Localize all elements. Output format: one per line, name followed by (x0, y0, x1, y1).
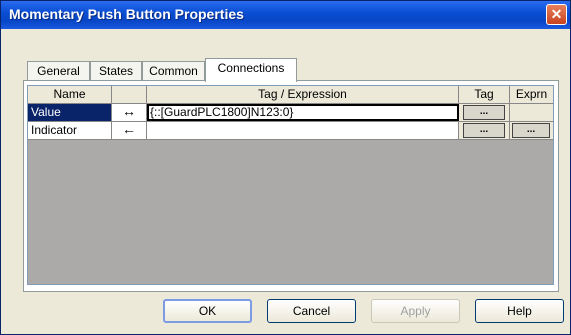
header-tag: Tag (459, 86, 510, 103)
apply-button[interactable]: Apply (371, 299, 460, 323)
grid-header-row: Name Tag / Expression Tag Exprn (28, 86, 553, 104)
expression-browse-button[interactable]: ... (512, 123, 550, 138)
row-name[interactable]: Value (28, 104, 112, 121)
row-name[interactable]: Indicator (28, 122, 112, 139)
tag-expression-input[interactable] (147, 122, 459, 139)
tag-cell: ... (459, 122, 510, 139)
header-exprn: Exprn (510, 86, 553, 103)
tag-browse-button[interactable]: ... (463, 105, 505, 120)
connections-grid[interactable]: Name Tag / Expression Tag Exprn Value ↔ … (27, 85, 554, 285)
table-row[interactable]: Indicator ← ... ... (28, 122, 553, 140)
table-row[interactable]: Value ↔ {::[GuardPLC1800]N123:0} ... (28, 104, 553, 122)
tag-cell: ... (459, 104, 510, 121)
cancel-button[interactable]: Cancel (267, 299, 356, 323)
title-bar[interactable]: Momentary Push Button Properties ✕ (1, 1, 570, 29)
window-title: Momentary Push Button Properties (9, 6, 244, 22)
close-icon[interactable]: ✕ (546, 4, 567, 25)
properties-dialog: Momentary Push Button Properties ✕ Gener… (0, 0, 571, 335)
tag-browse-button[interactable]: ... (463, 123, 505, 138)
left-arrow-icon: ← (112, 122, 147, 139)
exprn-cell: ... (510, 122, 553, 139)
tab-states[interactable]: States (90, 61, 142, 81)
header-name: Name (28, 86, 112, 103)
tab-connections[interactable]: Connections (205, 58, 297, 82)
exprn-cell (510, 104, 553, 121)
ok-button[interactable]: OK (163, 299, 252, 323)
help-button[interactable]: Help (475, 299, 564, 323)
tab-common[interactable]: Common (142, 61, 205, 81)
bidirectional-arrow-icon: ↔ (112, 104, 147, 121)
header-tag-expression: Tag / Expression (147, 86, 459, 103)
tag-expression-input[interactable]: {::[GuardPLC1800]N123:0} (147, 104, 459, 121)
connections-panel: Name Tag / Expression Tag Exprn Value ↔ … (23, 80, 559, 292)
header-direction (112, 86, 147, 103)
tab-general[interactable]: General (27, 61, 90, 81)
